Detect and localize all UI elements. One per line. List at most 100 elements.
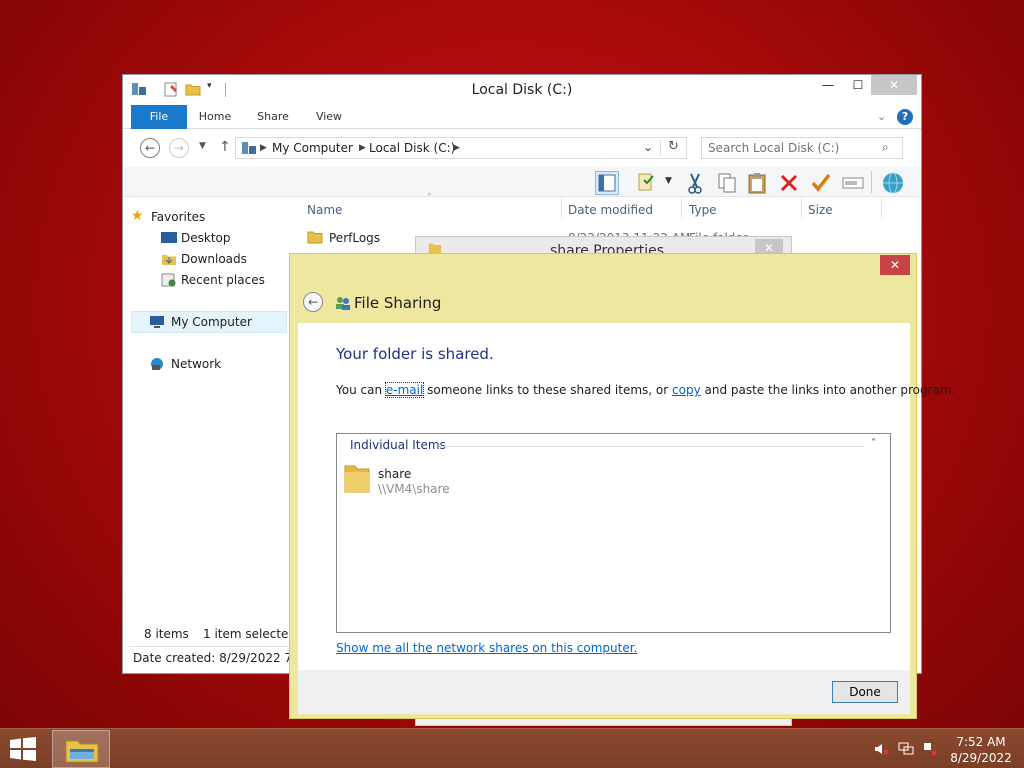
file-sharing-dialog: ✕ ← File Sharing Your folder is shared. …	[289, 253, 955, 719]
group-divider	[439, 446, 864, 447]
cut-icon[interactable]	[683, 171, 707, 195]
ribbon-tabs: File Home Share View ⌄ ?	[123, 105, 921, 129]
status-selected-count: 1 item selected	[203, 627, 297, 641]
group-header[interactable]: Individual Items	[350, 438, 446, 452]
computer-icon	[150, 316, 164, 328]
close-button[interactable]: ✕	[871, 75, 917, 95]
tab-home[interactable]: Home	[193, 105, 237, 129]
up-button[interactable]: ↑	[219, 139, 231, 155]
network-status-icon[interactable]	[898, 741, 914, 757]
nav-my-computer[interactable]: My Computer	[171, 315, 252, 329]
file-name: PerfLogs	[329, 231, 381, 245]
shared-items-list[interactable]: Individual Items ˄ share \\VM4\share	[336, 433, 891, 633]
desktop-icon	[161, 232, 177, 243]
shared-item-path: \\VM4\share	[378, 482, 450, 496]
shared-heading: Your folder is shared.	[336, 345, 494, 363]
separator	[660, 140, 661, 156]
clock[interactable]: 7:52 AM 8/29/2022	[946, 734, 1016, 766]
star-icon: ★	[131, 208, 144, 224]
breadcrumb-local-disk[interactable]: Local Disk (C:)	[369, 141, 455, 155]
command-toolbar: ▼	[123, 167, 921, 197]
nav-network[interactable]: Network	[171, 357, 221, 371]
back-button[interactable]: ←	[303, 292, 323, 312]
minimize-button[interactable]: —	[813, 75, 843, 95]
email-link[interactable]: e-mail	[384, 382, 425, 398]
speaker-muted-icon[interactable]	[873, 741, 889, 757]
computer-icon	[242, 142, 256, 154]
search-box[interactable]: ⌕	[701, 137, 903, 159]
column-date-modified[interactable]: Date modified	[568, 203, 653, 217]
globe-icon[interactable]	[881, 171, 905, 195]
paste-icon[interactable]	[745, 171, 769, 195]
nav-desktop[interactable]: Desktop	[181, 231, 231, 245]
navigation-pane: ★ Favorites Desktop Downloads Recent pla…	[123, 197, 291, 617]
column-separator	[801, 197, 802, 219]
instructions-prefix: You can	[336, 383, 386, 397]
shared-item-name[interactable]: share	[378, 467, 411, 481]
column-separator	[561, 197, 562, 219]
taskbar: 7:52 AM 8/29/2022	[0, 728, 1024, 768]
dropdown-icon[interactable]: ▼	[665, 176, 672, 186]
address-box[interactable]: ▶ My Computer ▶ Local Disk (C:) ▶ ⌄ ↻	[235, 137, 687, 159]
title-bar[interactable]: ▾ Local Disk (C:) — ☐ ✕	[123, 75, 921, 105]
status-item-count: 8 items	[144, 627, 189, 641]
file-explorer-taskbar-button[interactable]	[52, 730, 110, 768]
maximize-button[interactable]: ☐	[843, 75, 873, 95]
rename-icon[interactable]	[841, 171, 865, 195]
copy-icon[interactable]	[715, 171, 739, 195]
dialog-footer: Done	[298, 670, 910, 714]
network-icon	[151, 358, 163, 370]
column-separator	[681, 197, 682, 219]
action-center-icon[interactable]	[922, 741, 938, 757]
properties-check-icon[interactable]	[635, 171, 659, 195]
checkmark-icon[interactable]	[809, 171, 833, 195]
separator	[871, 171, 872, 193]
recent-places-icon	[161, 273, 176, 287]
file-explorer-icon	[65, 740, 99, 763]
tab-view[interactable]: View	[307, 105, 351, 129]
column-size[interactable]: Size	[808, 203, 833, 217]
clock-date: 8/29/2022	[950, 751, 1012, 765]
forward-button[interactable]: →	[169, 138, 189, 158]
recent-locations-icon[interactable]: ▼	[199, 141, 206, 151]
address-dropdown-icon[interactable]: ⌄	[643, 140, 653, 154]
nav-downloads[interactable]: Downloads	[181, 252, 247, 266]
breadcrumb-chevron-icon[interactable]: ▶	[453, 143, 460, 153]
windows-start-icon[interactable]	[8, 737, 38, 761]
help-icon[interactable]: ?	[897, 109, 913, 125]
folder-icon	[344, 465, 370, 493]
window-title: Local Disk (C:)	[471, 82, 573, 98]
instructions-suffix: and paste the links into another program…	[700, 383, 956, 397]
tab-file[interactable]: File	[131, 105, 187, 129]
nav-favorites[interactable]: Favorites	[151, 210, 205, 224]
breadcrumb-chevron-icon[interactable]: ▶	[359, 143, 366, 153]
back-button[interactable]: ←	[140, 138, 160, 158]
expand-ribbon-icon[interactable]: ⌄	[877, 110, 886, 123]
tab-share[interactable]: Share	[251, 105, 295, 129]
address-bar-row: ← → ▼ ↑ ▶ My Computer ▶ Local Disk (C:) …	[123, 129, 921, 167]
close-button[interactable]: ✕	[880, 255, 910, 275]
dialog-content: Your folder is shared. You can e-mail so…	[298, 323, 955, 670]
clock-time: 7:52 AM	[956, 735, 1006, 749]
column-type[interactable]: Type	[689, 203, 717, 217]
refresh-icon[interactable]: ↻	[668, 139, 679, 154]
delete-icon[interactable]	[777, 171, 801, 195]
copy-link[interactable]: copy	[672, 383, 701, 397]
done-button[interactable]: Done	[832, 681, 898, 703]
downloads-icon	[162, 255, 176, 265]
breadcrumb-chevron-icon[interactable]: ▶	[260, 143, 267, 153]
collapse-group-icon[interactable]: ˄	[871, 438, 876, 449]
breadcrumb-my-computer[interactable]: My Computer	[272, 141, 353, 155]
search-icon[interactable]: ⌕	[882, 140, 889, 155]
folder-icon	[307, 231, 323, 244]
preview-pane-button[interactable]	[595, 171, 619, 195]
dialog-title: File Sharing	[354, 294, 442, 312]
show-network-shares-link[interactable]: Show me all the network shares on this c…	[336, 641, 637, 655]
instructions-middle: someone links to these shared items, or	[423, 383, 673, 397]
share-instructions: You can e-mail someone links to these sh…	[336, 382, 956, 398]
preview-pane-icon	[598, 174, 616, 192]
nav-recent-places[interactable]: Recent places	[181, 273, 265, 287]
column-name[interactable]: Name	[307, 203, 342, 217]
search-input[interactable]	[708, 141, 878, 155]
users-icon	[336, 297, 350, 310]
